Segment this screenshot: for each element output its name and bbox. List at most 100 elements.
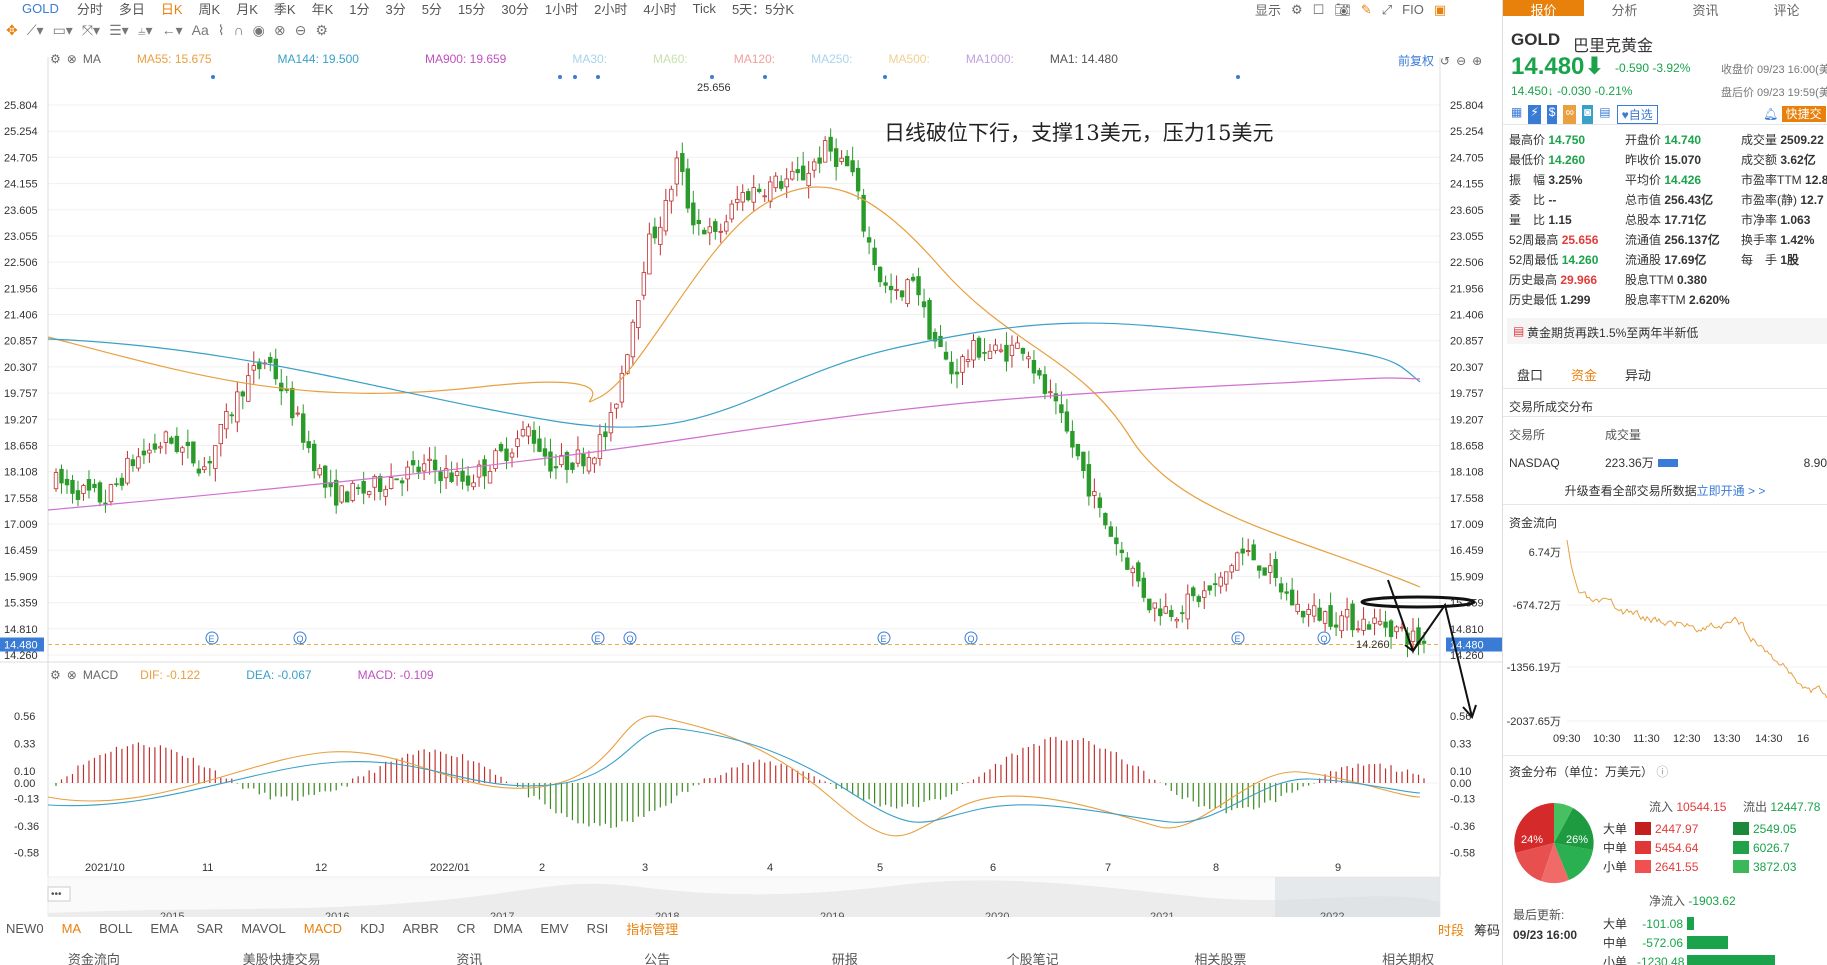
quote-tab[interactable]: 资讯 bbox=[1665, 0, 1746, 18]
candle-body bbox=[614, 403, 619, 409]
indicator-tab[interactable]: MACD bbox=[304, 921, 342, 936]
period-tab[interactable]: 2小时 bbox=[586, 0, 635, 18]
symbol-label[interactable]: GOLD bbox=[0, 1, 69, 16]
dollar-icon[interactable]: $ bbox=[1546, 105, 1558, 124]
candle-body bbox=[570, 462, 575, 470]
indicator-tab[interactable]: CR bbox=[457, 921, 476, 936]
period-tab[interactable]: 5分 bbox=[414, 0, 450, 18]
period-tab[interactable]: 多日 bbox=[111, 0, 153, 18]
fullscreen-icon[interactable]: ⤢ bbox=[1382, 2, 1392, 18]
flow-time: 16 bbox=[1797, 733, 1809, 745]
upgrade-link[interactable]: 立即开通 > > bbox=[1697, 484, 1766, 498]
chips-button[interactable]: 筹码 bbox=[1474, 920, 1500, 939]
close-icon[interactable]: ⊗ bbox=[67, 52, 77, 66]
adjust-button[interactable]: 前复权 bbox=[1398, 52, 1434, 69]
indicator-tab[interactable]: EMA bbox=[150, 921, 178, 936]
flag-icon[interactable]: ▦ bbox=[1511, 105, 1522, 124]
stock-code: GOLD bbox=[1511, 30, 1561, 49]
panel-icon[interactable]: ▣ bbox=[1434, 2, 1446, 18]
doc-icon[interactable]: ▤ bbox=[1599, 105, 1610, 124]
period-tab[interactable]: 月K bbox=[228, 0, 266, 18]
svg-text:Q: Q bbox=[297, 634, 304, 644]
price-tick-right: 21.406 bbox=[1450, 310, 1484, 322]
quote-tab[interactable]: 报价 bbox=[1503, 0, 1584, 18]
quote-tab[interactable]: 评论 bbox=[1746, 0, 1827, 18]
fast-trade[interactable]: 🔔︎ 快捷交 bbox=[1763, 105, 1826, 122]
bottom-tab[interactable]: 资讯 bbox=[376, 949, 564, 965]
ma60-value: MA60: bbox=[653, 52, 688, 66]
candle-body bbox=[531, 429, 537, 444]
period-tab[interactable]: 4小时 bbox=[635, 0, 684, 18]
indicator-tab[interactable]: NEW0 bbox=[6, 921, 44, 936]
period-tab[interactable]: 周K bbox=[191, 0, 229, 18]
month-tick: 2 bbox=[539, 862, 545, 874]
chart-area[interactable]: 25.804 25.804 25.254 25.254 24.705 24.705 24.1… bbox=[0, 17, 1502, 926]
help-icon[interactable]: ⓘ bbox=[1656, 765, 1668, 779]
candle-body bbox=[1350, 603, 1355, 631]
period-tab[interactable]: 1小时 bbox=[537, 0, 586, 18]
quote-cell: 量 比 1.15 bbox=[1509, 213, 1572, 227]
period-tab[interactable]: 1分 bbox=[341, 0, 377, 18]
bottom-tab[interactable]: 相关股票 bbox=[1127, 949, 1315, 965]
period-tab[interactable]: 日K bbox=[153, 0, 191, 18]
bottom-tab[interactable]: 资金流向 bbox=[0, 949, 188, 965]
session-button[interactable]: 时段 bbox=[1438, 920, 1464, 939]
indicator-tab[interactable]: SAR bbox=[196, 921, 223, 936]
gear-icon[interactable]: ⚙ bbox=[1291, 2, 1303, 18]
indicator-tab[interactable]: MA bbox=[62, 921, 82, 936]
app-icon[interactable]: ⚡ bbox=[1528, 105, 1541, 124]
indicator-tab[interactable]: EMV bbox=[540, 921, 568, 936]
fio-button[interactable]: FIO bbox=[1402, 2, 1424, 17]
pencil-icon[interactable]: ✎ bbox=[1361, 2, 1372, 18]
period-tab[interactable]: 30分 bbox=[493, 0, 536, 18]
bottom-tab[interactable]: 公告 bbox=[563, 949, 751, 965]
period-tab[interactable]: 15分 bbox=[450, 0, 493, 18]
indicator-tab[interactable]: BOLL bbox=[99, 921, 132, 936]
gear-icon[interactable]: ⚙ bbox=[50, 668, 61, 682]
bottom-tab[interactable]: 研报 bbox=[751, 949, 939, 965]
minus-icon[interactable]: ⊖ bbox=[1456, 54, 1466, 68]
bottom-tab[interactable]: 相关期权 bbox=[1314, 949, 1502, 965]
candle-body bbox=[487, 470, 493, 484]
candle-body bbox=[575, 449, 581, 464]
indicator-tab[interactable]: 指标管理 bbox=[626, 919, 678, 938]
period-tab[interactable]: 年K bbox=[304, 0, 342, 18]
reset-icon[interactable]: ↺ bbox=[1440, 54, 1450, 68]
candle-body bbox=[1026, 356, 1031, 360]
candle-body bbox=[394, 478, 399, 481]
indicator-tab[interactable]: RSI bbox=[587, 921, 609, 936]
period-tab[interactable]: 5天：5分K bbox=[724, 0, 802, 18]
news-banner[interactable]: ▤ 黄金期货再跌1.5%至两年半新低 bbox=[1507, 318, 1827, 344]
camera-icon[interactable]: 📷︎ bbox=[1334, 2, 1351, 18]
kline-chart[interactable]: 25.804 25.804 25.254 25.254 24.705 24.705 24.1… bbox=[0, 17, 1502, 926]
watch-button[interactable]: ♥自选 bbox=[1616, 105, 1658, 124]
close-icon[interactable]: ⊗ bbox=[67, 668, 77, 682]
period-tab[interactable]: 3分 bbox=[377, 0, 413, 18]
link-icon[interactable]: ∞ bbox=[1563, 105, 1577, 124]
sub-tab[interactable]: 盘口 bbox=[1517, 365, 1543, 384]
chat-icon[interactable]: ◙ bbox=[1582, 105, 1594, 124]
candle-body bbox=[421, 463, 427, 472]
high-label: 25.656 bbox=[697, 82, 731, 94]
ma-label: MA bbox=[82, 52, 101, 66]
period-tab[interactable]: Tick bbox=[685, 1, 724, 16]
candle-body bbox=[669, 188, 674, 202]
indicator-tab[interactable]: KDJ bbox=[360, 921, 385, 936]
quote-tab[interactable]: 分析 bbox=[1584, 0, 1665, 18]
collapse-icon[interactable]: ⌃ bbox=[1503, 295, 1827, 309]
overview-window[interactable] bbox=[1275, 877, 1440, 925]
sub-tab[interactable]: 异动 bbox=[1625, 365, 1651, 384]
bottom-tab[interactable]: 个股笔记 bbox=[939, 949, 1127, 965]
indicator-tab[interactable]: MAVOL bbox=[241, 921, 286, 936]
sub-tab[interactable]: 资金 bbox=[1571, 365, 1597, 384]
plus-icon[interactable]: ⊕ bbox=[1472, 54, 1482, 68]
bottom-tab[interactable]: 美股快捷交易 bbox=[188, 949, 376, 965]
indicator-tab[interactable]: DMA bbox=[494, 921, 523, 936]
candle-body bbox=[410, 460, 416, 466]
gear-icon[interactable]: ⚙ bbox=[50, 52, 61, 66]
checkbox-icon[interactable]: ☐ bbox=[1313, 2, 1325, 18]
indicator-tab[interactable]: ARBR bbox=[403, 921, 439, 936]
period-tab[interactable]: 季K bbox=[266, 0, 304, 18]
quote-cell: 昨收价 15.070 bbox=[1625, 153, 1702, 167]
period-tab[interactable]: 分时 bbox=[69, 0, 111, 18]
